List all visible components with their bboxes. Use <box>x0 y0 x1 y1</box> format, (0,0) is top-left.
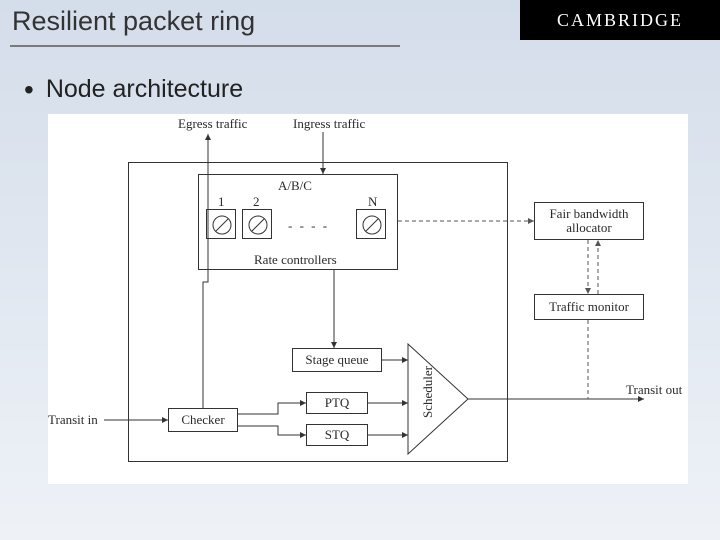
page-title: Resilient packet ring <box>0 0 520 45</box>
logo-cambridge: CAMBRIDGE <box>520 0 720 40</box>
rc-box-2 <box>242 209 272 239</box>
checker-box: Checker <box>168 408 238 432</box>
rc-circle-icon <box>207 210 237 240</box>
label-egress: Egress traffic <box>178 116 247 132</box>
label-ingress: Ingress traffic <box>293 116 365 132</box>
fair-bandwidth-box: Fair bandwidth allocator <box>534 202 644 240</box>
label-rate-controllers: Rate controllers <box>254 252 337 268</box>
label-transit-out: Transit out <box>626 382 682 398</box>
rc-box-n <box>356 209 386 239</box>
label-transit-in: Transit in <box>48 412 98 428</box>
label-rc-n: N <box>368 194 377 210</box>
logo-text: CAMBRIDGE <box>557 10 683 31</box>
stage-queue-text: Stage queue <box>305 352 368 368</box>
label-scheduler: Scheduler <box>420 366 436 418</box>
stage-queue-box: Stage queue <box>292 348 382 372</box>
stq-text: STQ <box>325 427 350 443</box>
stq-box: STQ <box>306 424 368 446</box>
label-rc-dots: - - - - <box>288 218 329 234</box>
bullet-item: • Node architecture <box>0 47 720 114</box>
checker-text: Checker <box>181 412 224 428</box>
rc-circle-icon <box>357 210 387 240</box>
diagram-container: Egress traffic Ingress traffic A/B/C 1 2… <box>48 114 688 484</box>
label-rc-1: 1 <box>218 194 225 210</box>
bullet-text: Node architecture <box>46 75 243 103</box>
bullet-dot-icon: • <box>24 74 34 105</box>
ptq-box: PTQ <box>306 392 368 414</box>
rc-circle-icon <box>243 210 273 240</box>
label-abc: A/B/C <box>278 178 312 194</box>
fair-bandwidth-text: Fair bandwidth allocator <box>537 207 641 236</box>
ptq-text: PTQ <box>325 395 350 411</box>
rc-box-1 <box>206 209 236 239</box>
traffic-monitor-box: Traffic monitor <box>534 294 644 320</box>
traffic-monitor-text: Traffic monitor <box>549 299 629 315</box>
label-rc-2: 2 <box>253 194 260 210</box>
